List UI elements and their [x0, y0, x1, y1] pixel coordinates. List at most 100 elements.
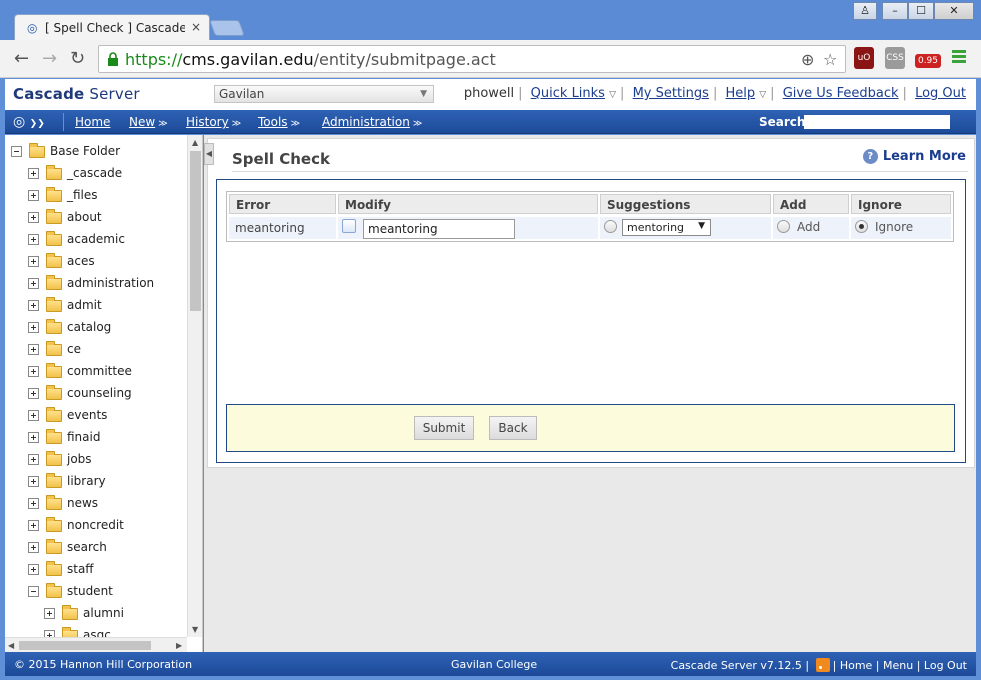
nav-tools[interactable]: Tools ≫ — [258, 115, 300, 129]
browser-toolbar: ← → ↻ https://cms.gavilan.edu/entity/sub… — [0, 40, 981, 78]
suggestion-select[interactable]: mentoring ▼ — [622, 219, 711, 236]
nav-divider — [63, 113, 64, 131]
expand-icon[interactable] — [28, 476, 39, 487]
minimize-button[interactable]: – — [882, 2, 908, 20]
tree-item-label: catalog — [67, 320, 112, 334]
site-selector[interactable]: Gavilan ▼ — [214, 85, 434, 103]
expand-icon[interactable] — [28, 234, 39, 245]
expand-icon[interactable] — [28, 542, 39, 553]
chevron-down-icon: ≫ — [290, 119, 300, 129]
tree-item-label: about — [67, 210, 102, 224]
css-extension-icon[interactable]: CSS — [885, 47, 905, 69]
back-arrow-icon[interactable]: ← — [14, 49, 29, 69]
expand-icon[interactable] — [28, 344, 39, 355]
folder-icon — [46, 253, 62, 268]
search-label: Search — [759, 115, 806, 129]
learn-more-link[interactable]: ? Learn More — [862, 149, 966, 164]
scroll-right-icon[interactable]: ▶ — [176, 641, 182, 650]
folder-icon — [46, 583, 62, 598]
back-button[interactable]: Back — [489, 416, 537, 440]
feedback-link[interactable]: Give Us Feedback — [783, 86, 899, 101]
tree-vertical-scrollbar[interactable]: ▲ ▼ — [187, 135, 202, 637]
expand-icon[interactable] — [28, 168, 39, 179]
folder-icon — [46, 561, 62, 576]
expand-icon[interactable] — [44, 630, 55, 637]
bookmark-star-icon[interactable]: ☆ — [823, 50, 837, 69]
expand-icon[interactable] — [44, 608, 55, 619]
folder-icon — [46, 495, 62, 510]
expand-icon[interactable] — [28, 520, 39, 531]
ublock-extension-icon[interactable]: uO — [854, 47, 874, 69]
expand-icon[interactable] — [28, 256, 39, 267]
rss-icon[interactable] — [815, 658, 830, 672]
nav-home[interactable]: Home — [75, 115, 110, 129]
scroll-down-icon[interactable]: ▼ — [192, 625, 198, 634]
collapse-icon[interactable] — [28, 586, 39, 597]
tree-item-label: alumni — [83, 606, 124, 620]
new-tab-button[interactable] — [209, 20, 245, 36]
help-link[interactable]: Help — [725, 86, 755, 101]
header-links: phowell | Quick Links ▽ | My Settings | Hel… — [463, 86, 966, 101]
profile-button[interactable]: ♙ — [853, 2, 877, 20]
scroll-up-icon[interactable]: ▲ — [192, 138, 198, 147]
footer-logout-link[interactable]: Log Out — [924, 659, 967, 672]
submit-button[interactable]: Submit — [414, 416, 474, 440]
expand-icon[interactable] — [28, 388, 39, 399]
folder-icon — [46, 517, 62, 532]
speed-extension-badge[interactable]: 0.95 — [915, 54, 941, 68]
expand-icon[interactable] — [28, 454, 39, 465]
suggestion-radio[interactable] — [604, 220, 617, 233]
expand-icon[interactable] — [28, 410, 39, 421]
cascade-logo[interactable]: Cascade Server — [13, 85, 140, 103]
footer-menu-link[interactable]: Menu — [883, 659, 913, 672]
add-radio[interactable] — [777, 220, 790, 233]
folder-icon — [46, 407, 62, 422]
folder-icon — [46, 275, 62, 290]
quick-links-link[interactable]: Quick Links — [531, 86, 605, 101]
cascade-menu-icon[interactable]: ◎ ❯❯ — [13, 113, 59, 131]
expand-icon[interactable] — [28, 300, 39, 311]
tree-item-label: finaid — [67, 430, 101, 444]
ignore-radio[interactable] — [855, 220, 868, 233]
address-bar[interactable]: https://cms.gavilan.edu/entity/submitpag… — [98, 45, 846, 73]
reload-icon[interactable]: ↻ — [70, 49, 85, 69]
nav-administration[interactable]: Administration ≫ — [322, 115, 422, 129]
collapse-icon[interactable] — [11, 146, 22, 157]
tab-close-icon[interactable]: × — [191, 20, 201, 34]
my-settings-link[interactable]: My Settings — [633, 86, 709, 101]
nav-new[interactable]: New ≫ — [129, 115, 168, 129]
expand-icon[interactable] — [28, 432, 39, 443]
expand-icon[interactable] — [28, 278, 39, 289]
expand-icon[interactable] — [28, 564, 39, 575]
footer-home-link[interactable]: Home — [840, 659, 872, 672]
cascade-favicon-icon: ◎ — [27, 21, 38, 35]
logout-link[interactable]: Log Out — [915, 86, 966, 101]
tree-item-label: noncredit — [67, 518, 124, 532]
main-nav: ◎ ❯❯ Home New ≫ History ≫ Tools ≫ Administr… — [5, 110, 976, 134]
spell-check-table: Error Modify Suggestions Add Ignore mean… — [226, 191, 954, 242]
ignore-label: Ignore — [875, 220, 914, 234]
maximize-button[interactable]: ☐ — [908, 2, 934, 20]
folder-icon — [46, 231, 62, 246]
browser-tab[interactable]: ◎ [ Spell Check ] Cascade Serv × — [14, 14, 210, 41]
tree-horizontal-scrollbar[interactable]: ◀ ▶ — [5, 637, 187, 652]
expand-icon[interactable] — [28, 190, 39, 201]
folder-icon — [46, 363, 62, 378]
nav-history[interactable]: History ≫ — [186, 115, 241, 129]
scrollbar-thumb[interactable] — [19, 641, 151, 650]
expand-icon[interactable] — [28, 366, 39, 377]
search-input[interactable] — [804, 115, 950, 129]
tree-item-label: events — [67, 408, 108, 422]
chrome-menu-icon[interactable] — [952, 50, 966, 64]
close-window-button[interactable]: ✕ — [934, 2, 974, 20]
modify-input[interactable] — [363, 219, 515, 239]
collapse-sidebar-icon[interactable]: ◀ — [204, 143, 214, 165]
expand-icon[interactable] — [28, 322, 39, 333]
scroll-left-icon[interactable]: ◀ — [8, 641, 14, 650]
modify-radio[interactable] — [342, 219, 356, 233]
zoom-icon[interactable]: ⊕ — [801, 50, 814, 69]
forward-arrow-icon[interactable]: → — [42, 49, 57, 69]
expand-icon[interactable] — [28, 212, 39, 223]
scrollbar-thumb[interactable] — [190, 151, 201, 311]
expand-icon[interactable] — [28, 498, 39, 509]
